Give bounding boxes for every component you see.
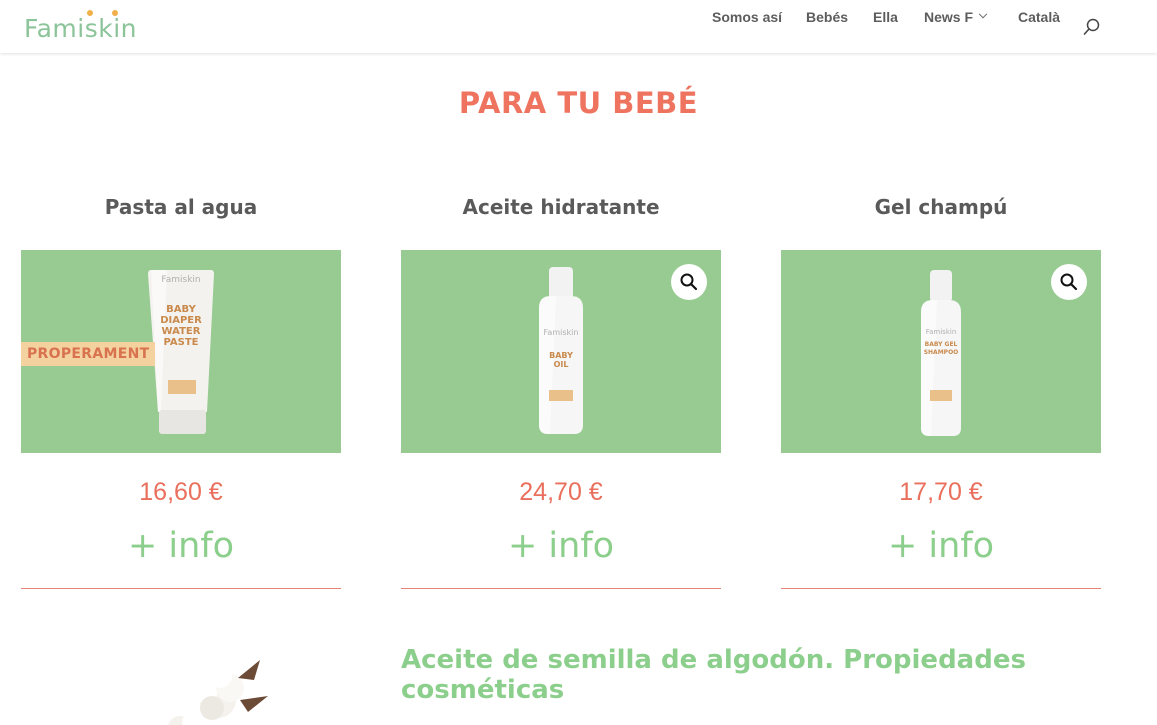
logo-text: Famiskin — [24, 14, 137, 43]
nav-item-somos-asi[interactable]: Somos así — [712, 9, 782, 25]
product-card-aceite-hidratante: Aceite hidratante Famiskin BABY OIL 24,7… — [401, 190, 721, 589]
more-info-link[interactable]: + info — [21, 526, 341, 566]
svg-text:Famiskin: Famiskin — [161, 275, 200, 285]
cotton-flower-image — [150, 650, 290, 725]
card-divider — [21, 588, 341, 589]
product-price: 17,70 € — [899, 478, 983, 506]
product-title[interactable]: Gel champú — [781, 190, 1101, 224]
search-icon[interactable] — [1083, 18, 1101, 36]
article-title-link[interactable]: Aceite de semilla de algodón. Propiedade… — [401, 645, 1101, 705]
svg-text:WATER: WATER — [162, 326, 201, 337]
logo-dot — [112, 10, 118, 16]
svg-text:PASTE: PASTE — [163, 337, 198, 348]
nav-item-catala[interactable]: Català — [1018, 9, 1060, 25]
more-info-link[interactable]: + info — [401, 526, 721, 566]
svg-text:BABY GEL: BABY GEL — [925, 341, 958, 348]
product-price: 24,70 € — [519, 478, 603, 506]
product-image[interactable]: Famiskin BABY DIAPER WATER PASTE PROPERA… — [21, 250, 341, 453]
logo-dot — [87, 10, 93, 16]
svg-text:Famiskin: Famiskin — [926, 328, 957, 336]
svg-text:BABY: BABY — [166, 304, 196, 315]
product-image[interactable]: Famiskin BABY GEL SHAMPOO — [781, 250, 1101, 453]
product-card-pasta-al-agua: Pasta al agua Famiskin BABY DIAPER WATER… — [21, 190, 341, 589]
nav-item-news-f-label: News F — [924, 9, 974, 25]
more-info-link[interactable]: + info — [781, 526, 1101, 566]
card-divider — [401, 588, 721, 589]
svg-text:Famiskin: Famiskin — [544, 328, 579, 337]
svg-text:SHAMPOO: SHAMPOO — [924, 349, 959, 356]
svg-text:BABY: BABY — [549, 351, 573, 360]
famiskin-logo[interactable]: Famiskin — [24, 10, 137, 44]
site-header: Famiskin Somos así Bebés Ella News F Cat… — [0, 0, 1157, 53]
nav-item-ella[interactable]: Ella — [873, 9, 898, 25]
properament-badge: PROPERAMENT — [21, 342, 156, 366]
svg-text:OIL: OIL — [554, 360, 569, 369]
product-price: 16,60 € — [139, 478, 223, 506]
zoom-icon[interactable] — [1051, 264, 1087, 300]
card-divider — [781, 588, 1101, 589]
chevron-down-icon — [978, 9, 988, 19]
product-title[interactable]: Pasta al agua — [21, 190, 341, 224]
nav-item-news-f[interactable]: News F — [924, 9, 988, 25]
product-title[interactable]: Aceite hidratante — [401, 190, 721, 224]
zoom-icon[interactable] — [671, 264, 707, 300]
nav-item-bebes[interactable]: Bebés — [806, 9, 848, 25]
svg-text:DIAPER: DIAPER — [160, 315, 202, 326]
product-image[interactable]: Famiskin BABY OIL — [401, 250, 721, 453]
product-card-gel-champu: Gel champú Famiskin BABY GEL SHAMPOO 17,… — [781, 190, 1101, 589]
section-title: PARA TU BEBÉ — [458, 86, 699, 120]
